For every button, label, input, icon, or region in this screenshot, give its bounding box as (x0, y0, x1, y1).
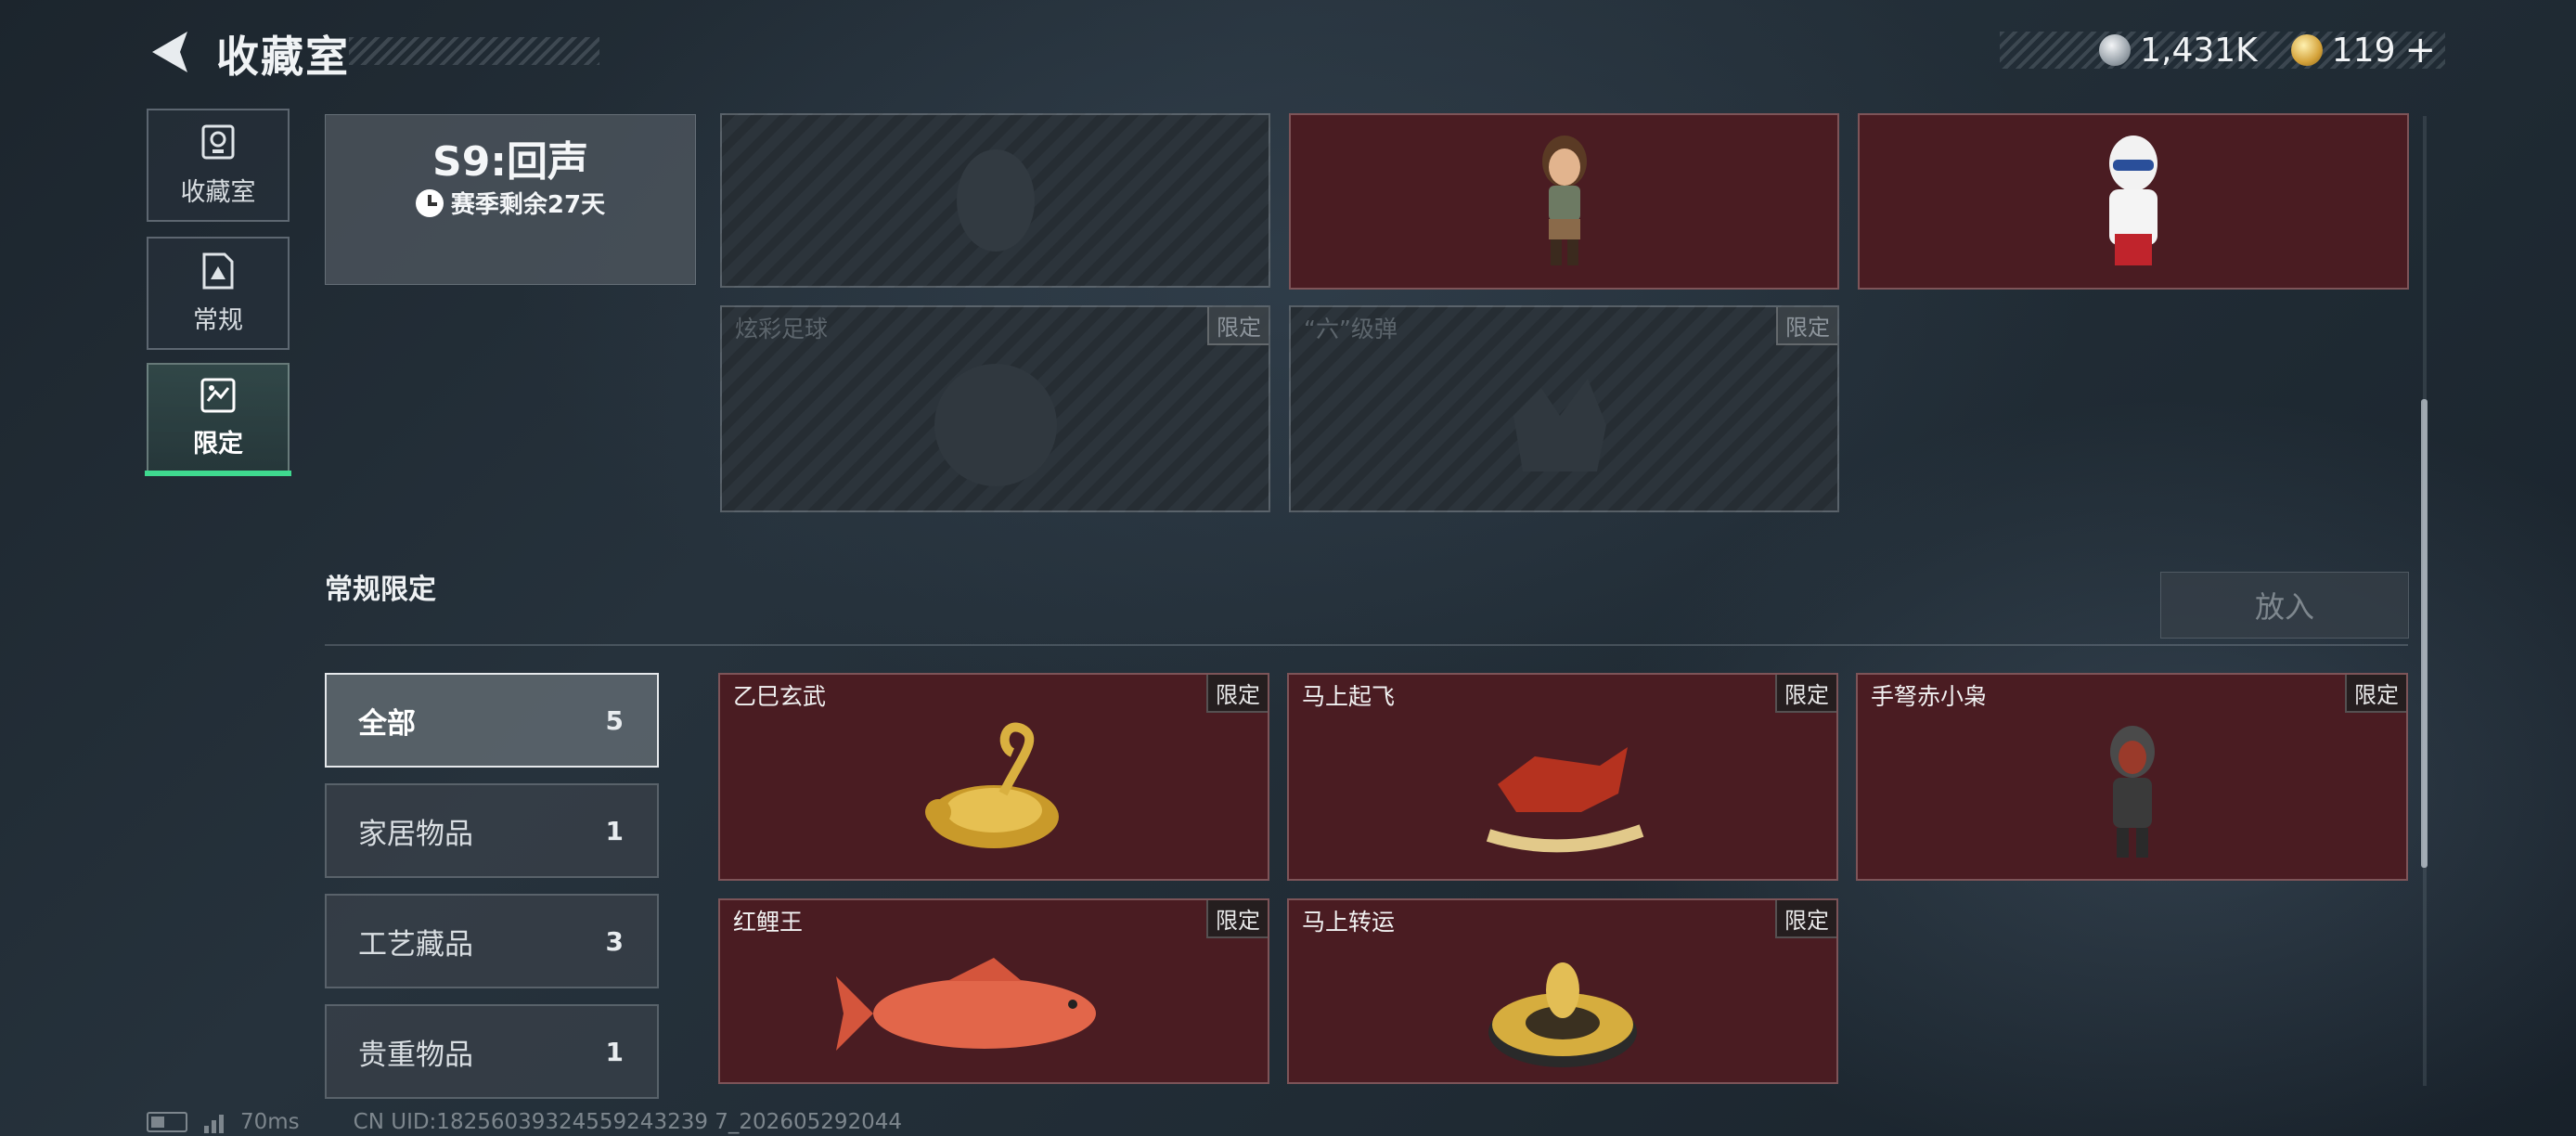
nav-regular[interactable]: 常规 (147, 237, 290, 350)
back-button[interactable] (147, 28, 193, 76)
item-name: 炫彩足球 (735, 316, 829, 342)
item-name: 马上起飞 (1302, 683, 1396, 710)
limited-tag: 限定 (2345, 675, 2406, 713)
soccer-ball-silhouette-icon (934, 364, 1057, 487)
gold-currency: 119 + (2290, 29, 2436, 71)
item-name: 马上转运 (1302, 909, 1396, 936)
red-carp-icon (836, 957, 1096, 1051)
season-remaining: 赛季剩余27天 (325, 186, 696, 220)
item-card[interactable]: 马上起飞 限定 (1287, 673, 1838, 881)
trophy-icon (201, 124, 235, 159)
item-name: “六”级弹 (1304, 316, 1397, 342)
item-card[interactable]: 马上转运 限定 (1287, 898, 1838, 1084)
battery-icon (147, 1112, 187, 1132)
nav-label: 收藏室 (180, 177, 256, 207)
clock-icon (415, 188, 444, 217)
nav-limited[interactable]: 限定 (147, 363, 290, 472)
ping-text: 70ms (240, 1110, 300, 1134)
back-arrow-icon (152, 32, 187, 72)
item-card[interactable]: 红鲤王 限定 (718, 898, 1269, 1084)
document-icon (202, 252, 234, 289)
filter-label: 全部 (358, 706, 416, 741)
golden-turtle-snake-icon (925, 722, 1059, 848)
item-card[interactable]: 乙巳玄武 限定 (718, 673, 1269, 881)
golden-turntable-icon (1488, 962, 1637, 1067)
page-title: 收藏室 (216, 32, 350, 82)
hooded-figure-icon (2109, 725, 2155, 858)
filter-home-items[interactable]: 家居物品 1 (325, 783, 659, 878)
uid-text: CN UID:18256039324559243239 7_2026052920… (353, 1110, 903, 1134)
collectible-card-chef[interactable] (1858, 113, 2409, 290)
season-remaining-text: 赛季剩余27天 (450, 191, 606, 219)
season-title: S9:回声 (432, 138, 588, 186)
limited-tag: 限定 (1206, 675, 1268, 713)
nav-active-indicator (145, 471, 291, 476)
filter-count: 1 (605, 1036, 624, 1067)
nav-collection-room[interactable]: 收藏室 (147, 109, 290, 222)
chef-figure-icon (2109, 136, 2157, 265)
put-in-button[interactable]: 放入 (2160, 572, 2409, 639)
mask-silhouette-icon (956, 149, 1035, 252)
nav-label: 限定 (193, 429, 243, 458)
collectible-card-adventurer[interactable] (1289, 113, 1839, 290)
map-icon (200, 378, 236, 412)
adventurer-figure-icon (1541, 136, 1587, 265)
nav-label: 常规 (193, 305, 243, 335)
item-card[interactable]: 手弩赤小枭 限定 (1856, 673, 2408, 881)
silver-currency: 1,431K (2099, 32, 2258, 70)
filter-label: 工艺藏品 (358, 927, 473, 962)
gold-coin-icon (2290, 34, 2323, 66)
filter-all[interactable]: 全部 5 (325, 673, 659, 768)
silver-amount: 1,431K (2140, 31, 2258, 70)
scrollbar-thumb[interactable] (2421, 399, 2428, 868)
filter-count: 5 (605, 704, 624, 736)
collectible-card-locked[interactable]: 炫彩足球 限定 (720, 305, 1270, 512)
limited-tag: 限定 (1207, 307, 1269, 345)
rocking-horse-icon (1486, 746, 1644, 852)
item-name: 乙巳玄武 (733, 683, 827, 710)
collectible-card-locked[interactable] (720, 113, 1270, 288)
gold-amount: 119 (2331, 31, 2396, 70)
limited-tag: 限定 (1206, 900, 1268, 938)
status-bar: 70ms CN UID:18256039324559243239 7_20260… (147, 1110, 902, 1134)
item-name: 红鲤王 (733, 909, 804, 936)
filter-label: 家居物品 (358, 817, 473, 851)
hand-silhouette-icon (1513, 379, 1606, 472)
filter-count: 1 (605, 815, 624, 846)
limited-tag: 限定 (1775, 900, 1836, 938)
signal-icon (204, 1111, 224, 1133)
silver-coin-icon (2099, 34, 2132, 66)
currency-bar: 1,431K 119 + (2000, 29, 2445, 71)
filter-valuables[interactable]: 贵重物品 1 (325, 1004, 659, 1099)
item-name: 手弩赤小枭 (1871, 683, 1988, 710)
collectible-card-locked[interactable]: “六”级弹 限定 (1289, 305, 1839, 512)
limited-tag: 限定 (1776, 307, 1837, 345)
section-divider (325, 644, 2408, 646)
limited-tag: 限定 (1775, 675, 1836, 713)
filter-label: 贵重物品 (358, 1038, 473, 1072)
add-currency-button[interactable]: + (2404, 29, 2436, 71)
section-title: 常规限定 (325, 574, 436, 606)
filter-count: 3 (605, 925, 624, 957)
header-decoration (349, 37, 599, 65)
filter-crafts[interactable]: 工艺藏品 3 (325, 894, 659, 988)
